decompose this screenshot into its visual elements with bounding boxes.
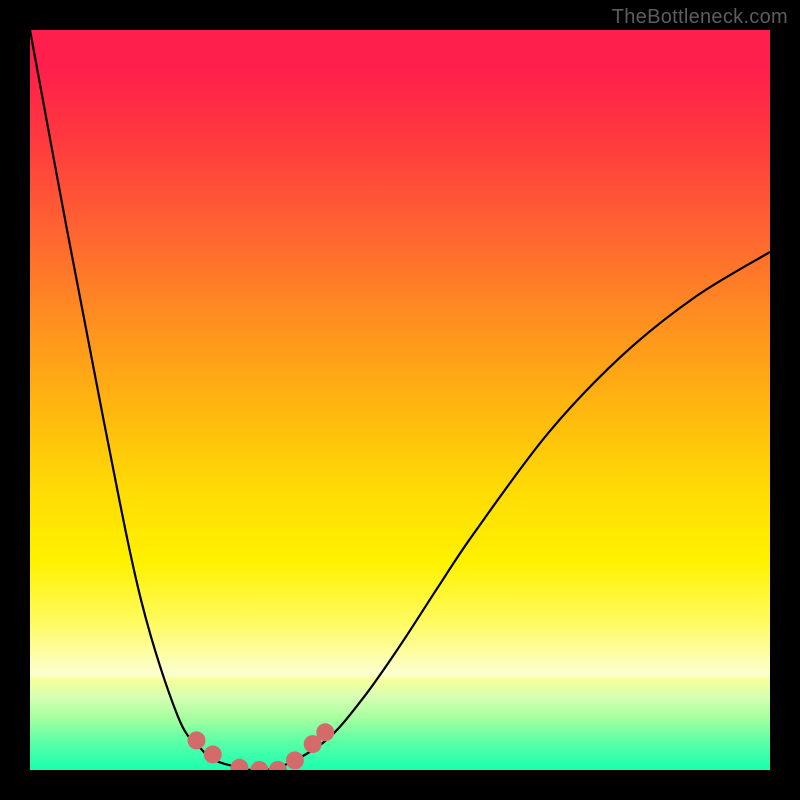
highlight-marker xyxy=(286,751,304,769)
highlight-marker xyxy=(188,731,206,749)
bottleneck-curve xyxy=(30,30,770,770)
highlight-marker xyxy=(230,759,248,770)
highlight-markers xyxy=(188,723,335,770)
bottleneck-curve-svg xyxy=(30,30,770,770)
plot-area xyxy=(30,30,770,770)
highlight-marker xyxy=(250,761,268,770)
highlight-marker xyxy=(204,745,222,763)
watermark-text: TheBottleneck.com xyxy=(612,6,788,29)
chart-frame: TheBottleneck.com xyxy=(0,0,800,800)
highlight-marker xyxy=(269,761,287,770)
highlight-marker xyxy=(316,723,334,741)
